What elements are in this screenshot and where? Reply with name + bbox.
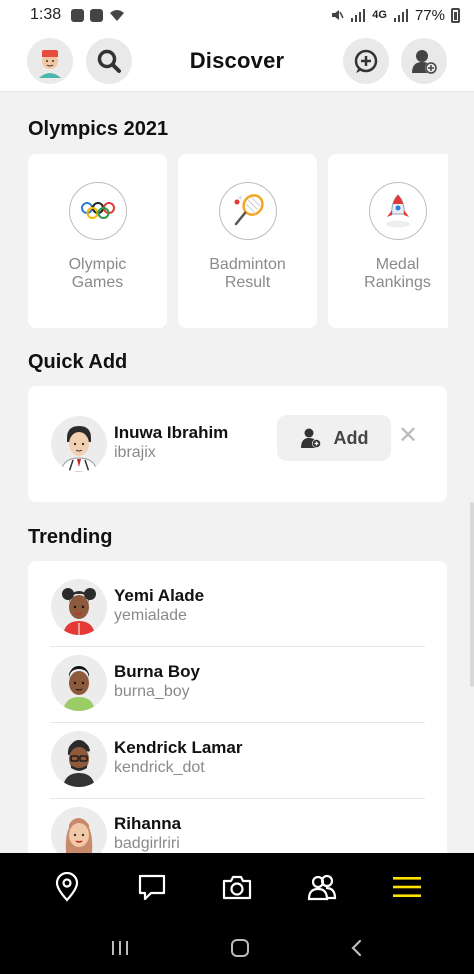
rocket-icon [368,182,427,240]
olympic-rings-icon [68,182,127,240]
nav-camera[interactable] [213,863,261,911]
list-item[interactable]: Kendrick Lamar kendrick_dot [28,723,447,799]
bitmoji-avatar-icon [60,426,98,472]
discover-header: Discover [0,30,474,92]
trending-section-title: Trending [28,526,113,548]
user-name: Kendrick Lamar [114,738,243,757]
scrollbar[interactable] [470,502,474,687]
list-item[interactable]: Yemi Alade yemialade [28,571,447,647]
user-handle: badgirlriri [114,835,180,852]
badminton-racket-icon [218,182,277,240]
recent-apps-icon[interactable] [109,938,131,958]
user-handle: ibrajix [114,444,156,461]
user-handle: kendrick_dot [114,759,205,776]
app-notification-icon [90,8,104,22]
friends-icon [308,874,337,901]
user-name: Burna Boy [114,662,200,681]
map-pin-icon [55,872,78,902]
avatar [51,731,107,787]
card-label: Medal Rankings [364,256,431,291]
nav-chat[interactable] [128,863,176,911]
battery-icon [451,7,460,23]
back-icon[interactable] [349,938,365,958]
avatar[interactable] [51,416,107,472]
card-label: Olympic Games [68,256,127,291]
nav-stories[interactable] [298,863,346,911]
network-type: 4G [372,9,387,21]
user-name: Yemi Alade [114,586,205,605]
bitmoji-avatar-icon [39,50,61,78]
user-handle: yemialade [114,607,187,624]
avatar [51,655,107,711]
olympic-games-card[interactable]: Olympic Games [28,154,167,328]
notification-icons [71,8,125,22]
gallery-notification-icon [71,8,85,22]
new-chat-button[interactable] [343,38,389,84]
signal-icon-2 [393,9,408,22]
add-friend-icon [412,50,437,74]
nav-map[interactable] [43,863,91,911]
new-chat-icon [354,49,378,73]
menu-icon [393,877,422,897]
wifi-icon [110,10,125,21]
avatar [51,579,107,635]
status-bar: 1:38 4G 77% [0,0,474,30]
camera-icon [222,875,252,900]
user-handle: burna_boy [114,683,190,700]
badminton-result-card[interactable]: Badminton Result [178,154,317,328]
mute-icon [332,10,344,20]
search-icon [97,49,121,73]
bottom-navigation [0,853,474,921]
add-friend-icon [300,428,321,448]
search-button[interactable] [86,38,132,84]
list-item[interactable]: Burna Boy burna_boy [28,647,447,723]
add-button[interactable]: Add [277,415,391,461]
user-name: Inuwa Ibrahim [114,423,229,442]
add-friend-button[interactable] [401,38,447,84]
quick-add-card: Inuwa Ibrahim ibrajix Add ✕ [28,386,447,502]
status-time: 1:38 [30,6,62,23]
bitmoji-avatar-icon [62,588,96,635]
profile-avatar-button[interactable] [27,38,73,84]
system-navigation [0,921,474,974]
bitmoji-avatar-icon [63,666,95,711]
list-item[interactable]: Rihanna badgirlriri [28,799,447,861]
dismiss-button[interactable]: ✕ [398,424,418,448]
battery-percent: 77% [414,6,445,24]
olympics-cards: Olympic Games Badminton Result Medal Ran… [28,154,448,328]
home-icon[interactable] [229,937,251,959]
medal-rankings-card[interactable]: Medal Rankings [328,154,448,328]
page-title: Discover [189,47,285,73]
quick-add-section-title: Quick Add [28,351,128,373]
chat-icon [138,874,165,901]
add-button-label: Add [333,427,369,448]
system-status: 4G 77% [330,7,460,24]
nav-discover[interactable] [383,863,431,911]
trending-list: Yemi Alade yemialade Burna Boy burna_boy [28,561,447,861]
signal-icon [351,9,366,22]
bitmoji-avatar-icon [63,740,95,787]
olympics-section-title: Olympics 2021 [28,118,169,140]
card-label: Badminton Result [209,256,286,291]
user-name: Rihanna [114,814,182,833]
